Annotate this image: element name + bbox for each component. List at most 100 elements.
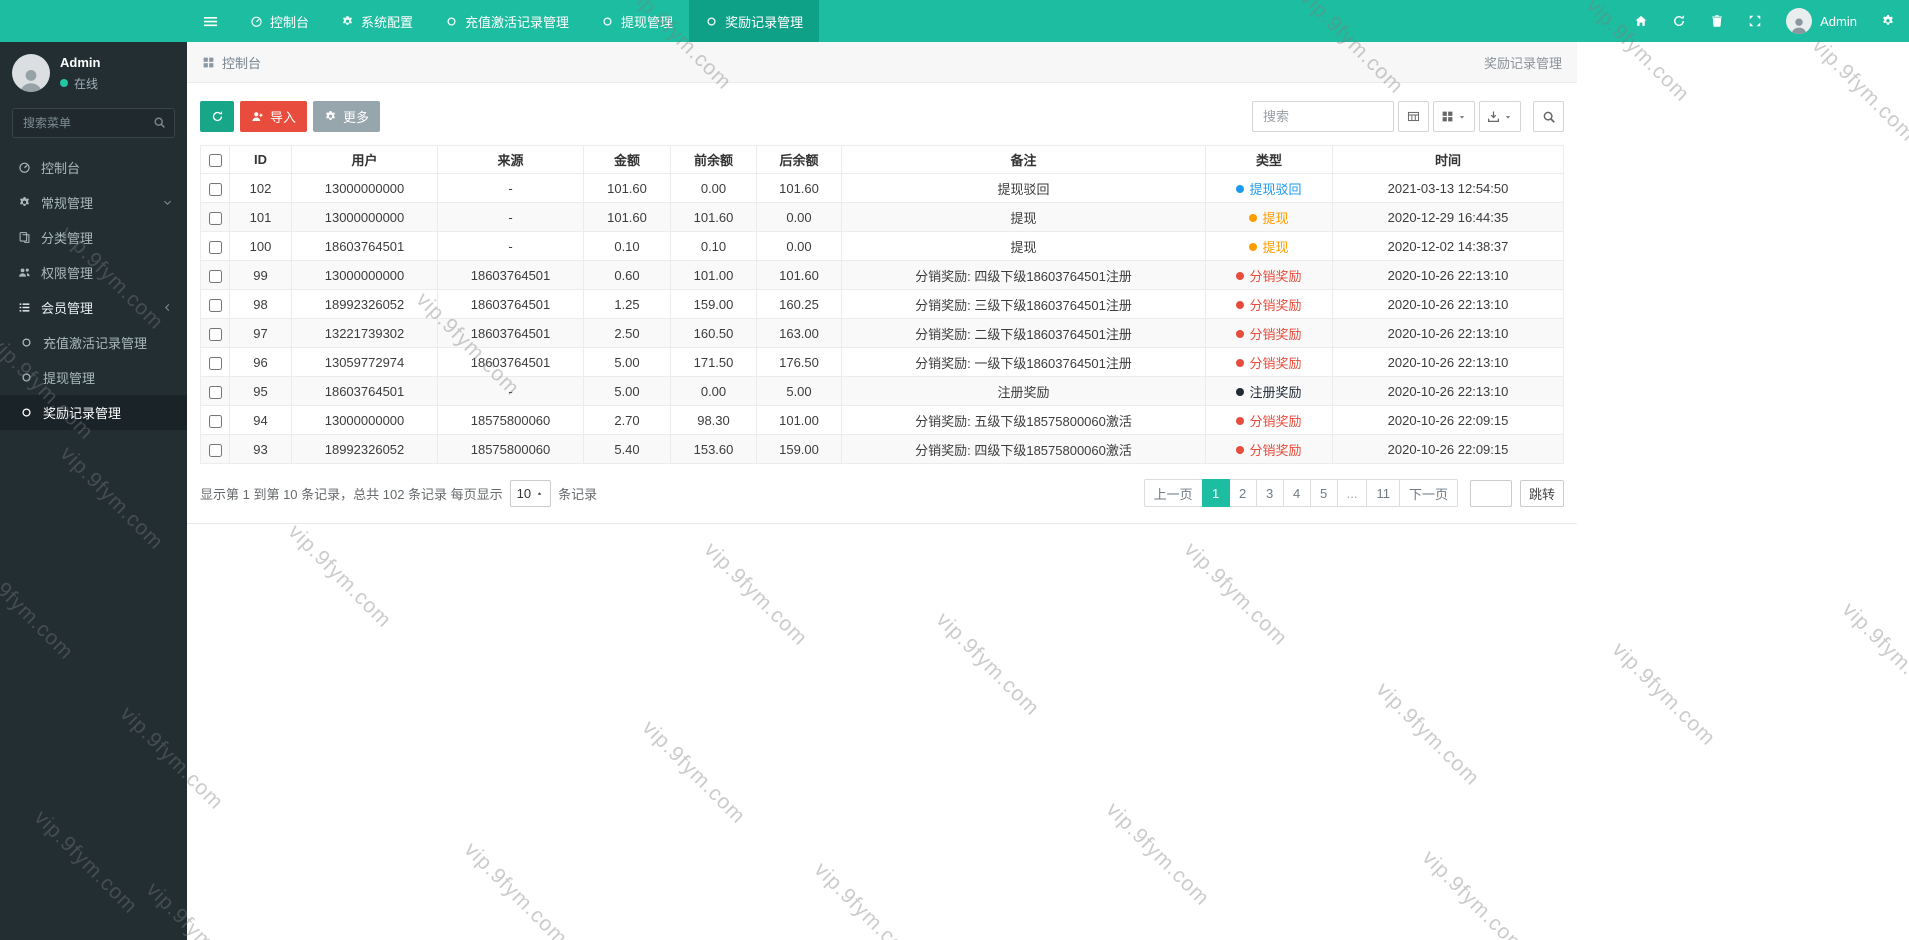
sidebar-item-2[interactable]: 分类管理 — [0, 220, 187, 255]
sidebar-item-7[interactable]: 奖励记录管理 — [0, 395, 187, 430]
pagination-ellipsis: ... — [1336, 479, 1368, 507]
row-checkbox[interactable] — [208, 298, 222, 312]
cell-time: 2020-10-26 22:13:10 — [1332, 260, 1564, 290]
user-menu[interactable]: Admin — [1786, 8, 1857, 34]
watermark: vip.9fym.com — [1807, 34, 1909, 147]
refresh-button[interactable] — [200, 101, 234, 132]
row-checkbox-cell — [200, 434, 230, 464]
ring-icon — [445, 15, 458, 28]
jump-button[interactable]: 跳转 — [1519, 479, 1564, 507]
refresh-icon[interactable] — [1672, 14, 1686, 28]
ring-icon — [19, 336, 34, 349]
topnav-item-2[interactable]: 充值激活记录管理 — [429, 0, 585, 42]
cell-source: - — [437, 376, 584, 406]
row-checkbox-cell — [200, 289, 230, 319]
toolbar: 导入 更多 — [200, 101, 1564, 132]
export-button[interactable] — [1479, 101, 1521, 132]
cell-remark: 分销奖励: 三级下级18603764501注册 — [841, 289, 1206, 319]
sidebar-item-1[interactable]: 常规管理 — [0, 185, 187, 220]
cell-time: 2020-10-26 22:13:10 — [1332, 376, 1564, 406]
more-button[interactable]: 更多 — [313, 101, 381, 132]
row-checkbox[interactable] — [208, 443, 222, 457]
cell-source: 18603764501 — [437, 318, 584, 348]
row-checkbox[interactable] — [208, 385, 222, 399]
row-checkbox-cell — [200, 173, 230, 203]
row-checkbox[interactable] — [208, 327, 222, 341]
pagination-page-4[interactable]: 4 — [1282, 479, 1311, 507]
cell-after-balance: 5.00 — [756, 376, 842, 406]
fullscreen-icon[interactable] — [1748, 14, 1762, 28]
row-checkbox[interactable] — [208, 240, 222, 254]
pagination-page-1[interactable]: 1 — [1201, 479, 1230, 507]
pagination-page-11[interactable]: 11 — [1366, 479, 1400, 507]
row-checkbox-cell — [200, 347, 230, 377]
toggle-columns-button[interactable] — [1398, 101, 1429, 132]
cell-amount: 5.40 — [583, 434, 671, 464]
jump-page-input[interactable] — [1469, 479, 1512, 507]
cell-time: 2020-10-26 22:09:15 — [1332, 405, 1564, 435]
table-row: 102 13000000000-101.60 0.00 101.60 提现驳回 提现驳回 2… — [200, 173, 1564, 203]
topnav-item-3[interactable]: 提现管理 — [585, 0, 689, 42]
cell-type: 提现驳回 — [1205, 173, 1333, 203]
sidebar-item-label: 充值激活记录管理 — [43, 336, 148, 351]
breadcrumb-label[interactable]: 控制台 — [222, 53, 261, 72]
home-icon[interactable] — [1634, 14, 1648, 28]
online-status-dot — [60, 79, 68, 87]
sidebar-item-5[interactable]: 充值激活记录管理 — [0, 325, 187, 360]
import-button-label: 导入 — [270, 110, 297, 125]
row-checkbox[interactable] — [208, 211, 222, 225]
cell-remark: 提现 — [841, 231, 1206, 261]
topnav-item-1[interactable]: 系统配置 — [325, 0, 429, 42]
import-button[interactable]: 导入 — [240, 101, 308, 132]
topnav-item-4[interactable]: 奖励记录管理 — [689, 0, 820, 42]
settings-icon[interactable] — [1881, 14, 1895, 28]
cell-user: 13059772974 — [291, 347, 438, 377]
topnav-item-label: 提现管理 — [621, 14, 674, 30]
top-navbar-left: 控制台 系统配置 充值激活记录管理 提现管理 奖励记录管理 — [0, 0, 820, 42]
pagination-prev[interactable]: 上一页 — [1143, 479, 1203, 507]
row-checkbox[interactable] — [208, 356, 222, 370]
pagination-page-2[interactable]: 2 — [1228, 479, 1257, 507]
pagination: 上一页 1 2 3 4 5... 11 下一页 — [1143, 479, 1458, 507]
cell-user: 18992326052 — [291, 289, 438, 319]
sidebar-search-input[interactable] — [12, 108, 175, 138]
cell-amount: 1.25 — [583, 289, 671, 319]
sidebar-item-label: 奖励记录管理 — [43, 406, 122, 421]
row-checkbox-cell — [200, 202, 230, 232]
cell-user: 13000000000 — [291, 173, 438, 203]
trash-icon[interactable] — [1710, 14, 1724, 28]
row-checkbox[interactable] — [208, 414, 222, 428]
topnav-item-0[interactable]: 控制台 — [234, 0, 325, 42]
table-row: 98 18992326052 18603764501 1.25 159.00 160.25… — [200, 289, 1564, 319]
sidebar-item-0[interactable]: 控制台 — [0, 150, 187, 185]
column-header-6: 备注 — [841, 145, 1206, 174]
type-dot — [1249, 213, 1258, 222]
cell-type: 分销奖励 — [1205, 289, 1333, 319]
top-navbar: 控制台 系统配置 充值激活记录管理 提现管理 奖励记录管理 Admin — [0, 0, 1909, 42]
type-label[interactable]: 提现驳回 — [1249, 182, 1301, 197]
table-row: 95 18603764501-5.00 0.00 5.00 注册奖励 注册奖励 2020-1… — [200, 376, 1564, 406]
pagination-page-5[interactable]: 5 — [1309, 479, 1338, 507]
select-all-checkbox[interactable] — [208, 154, 222, 168]
topnav-item-label: 充值激活记录管理 — [465, 14, 570, 30]
cell-id: 100 — [229, 231, 292, 261]
row-checkbox[interactable] — [208, 182, 222, 196]
sidebar-item-3[interactable]: 权限管理 — [0, 255, 187, 290]
sidebar-item-label: 分类管理 — [41, 231, 94, 246]
row-checkbox[interactable] — [208, 269, 222, 283]
card-view-button[interactable] — [1433, 101, 1475, 132]
cell-before-balance: 159.00 — [670, 289, 757, 319]
search-button[interactable] — [1533, 101, 1564, 132]
search-input[interactable] — [1252, 101, 1394, 132]
topnav-item-label: 奖励记录管理 — [725, 14, 804, 30]
pagination-page-3[interactable]: 3 — [1255, 479, 1284, 507]
sidebar-item-4[interactable]: 会员管理 — [0, 290, 187, 325]
caret-down-icon — [1503, 112, 1513, 122]
pagination-next[interactable]: 下一页 — [1398, 479, 1458, 507]
cell-time: 2021-03-13 12:54:50 — [1332, 173, 1564, 203]
row-checkbox-cell — [200, 405, 230, 435]
profile-status: 在线 — [60, 75, 100, 92]
sidebar-toggle-button[interactable] — [192, 0, 228, 42]
page-size-select[interactable]: 10 — [509, 479, 552, 507]
sidebar-item-6[interactable]: 提现管理 — [0, 360, 187, 395]
